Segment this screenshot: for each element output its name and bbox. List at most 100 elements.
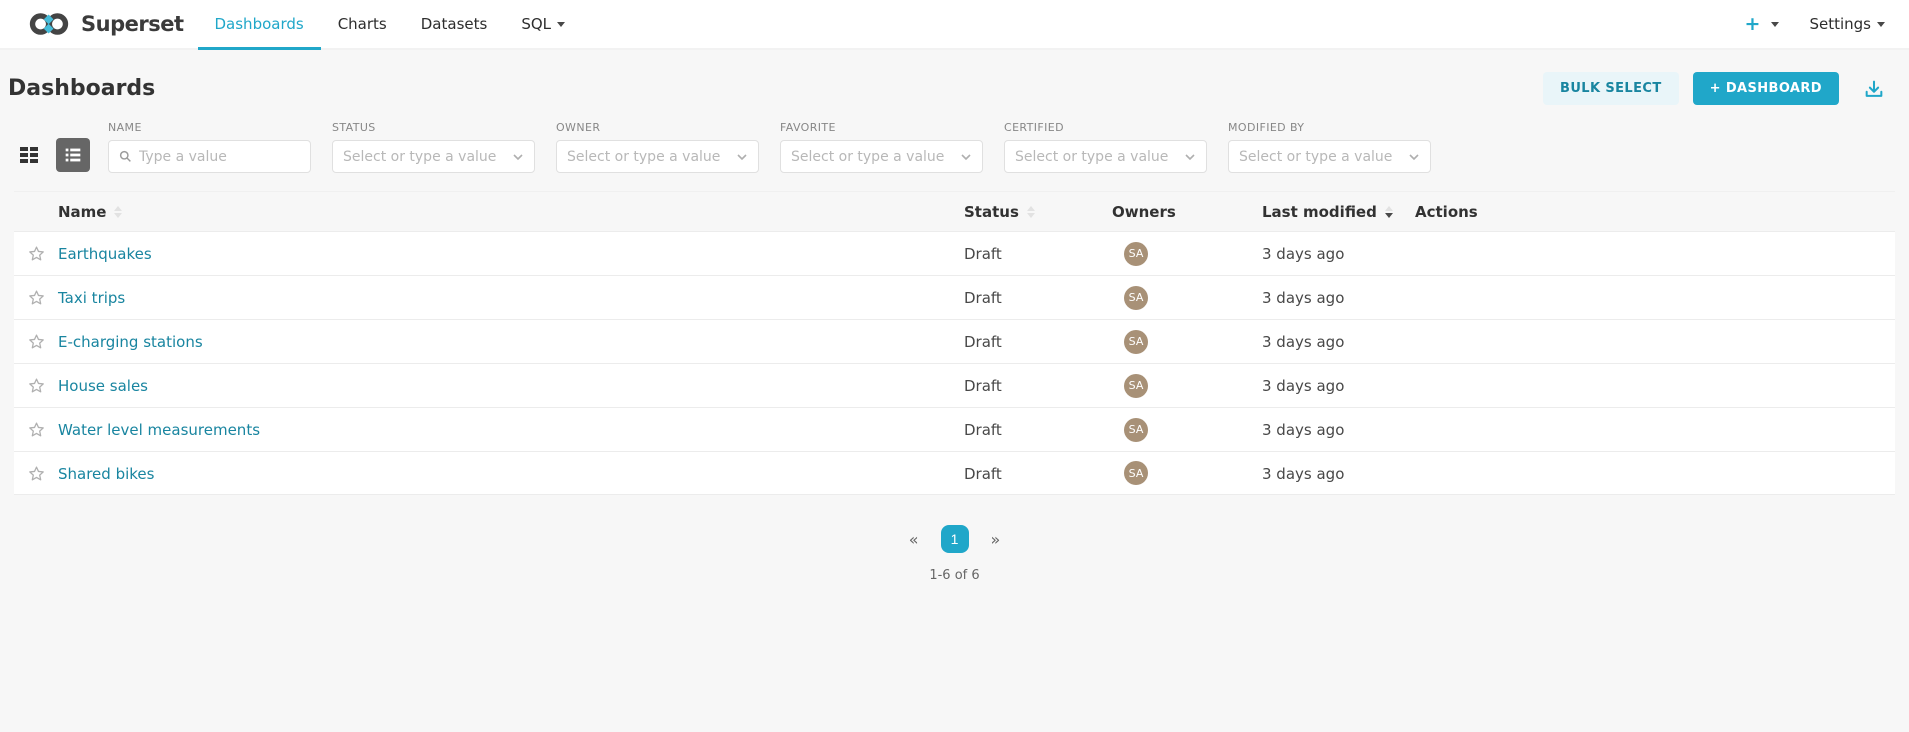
favorite-star-button[interactable] [14, 377, 58, 394]
filter-owner: OWNER Select or type a value [556, 121, 759, 173]
pagination-summary: 1-6 of 6 [0, 568, 1909, 583]
superset-infinity-icon [26, 10, 72, 38]
page-header: Dashboards BULK SELECT + DASHBOARD [0, 50, 1909, 119]
filter-name: NAME [108, 121, 311, 173]
grid-view-icon [17, 143, 41, 167]
nav-item-sql[interactable]: SQL [504, 0, 582, 48]
main-nav: Dashboards Charts Datasets SQL [198, 0, 583, 48]
column-label: Last modified [1262, 203, 1377, 221]
last-modified-column-header[interactable]: Last modified [1262, 203, 1415, 221]
status-value: Draft [964, 421, 1002, 439]
search-icon [119, 150, 132, 163]
settings-label: Settings [1809, 15, 1871, 33]
column-label: Name [58, 203, 106, 221]
filter-certified: CERTIFIED Select or type a value [1004, 121, 1207, 173]
status-filter-select[interactable]: Select or type a value [332, 140, 535, 173]
filter-favorite: FAVORITE Select or type a value [780, 121, 983, 173]
select-placeholder: Select or type a value [1239, 149, 1408, 165]
nav-item-datasets[interactable]: Datasets [404, 0, 505, 48]
sort-icon [1027, 206, 1035, 218]
favorite-star-button[interactable] [14, 465, 58, 482]
select-placeholder: Select or type a value [1015, 149, 1184, 165]
owner-avatar[interactable]: SA [1124, 330, 1148, 354]
owner-avatar[interactable]: SA [1124, 242, 1148, 266]
column-label: Owners [1112, 203, 1176, 221]
page-1-button[interactable]: 1 [941, 525, 969, 553]
header-actions: BULK SELECT + DASHBOARD [1543, 72, 1885, 105]
select-placeholder: Select or type a value [567, 149, 736, 165]
table-header-row: Name Status Owners Last modified Actions [14, 191, 1895, 231]
favorite-star-button[interactable] [14, 421, 58, 438]
table-row: House sales Draft SA 3 days ago [14, 363, 1895, 407]
brand-name: Superset [81, 12, 184, 36]
sort-icon [114, 206, 122, 218]
last-modified-value: 3 days ago [1262, 245, 1344, 263]
select-placeholder: Select or type a value [791, 149, 960, 165]
favorite-star-button[interactable] [14, 245, 58, 262]
dashboard-name-link[interactable]: House sales [58, 377, 148, 395]
modified-by-filter-select[interactable]: Select or type a value [1228, 140, 1431, 173]
certified-filter-select[interactable]: Select or type a value [1004, 140, 1207, 173]
table-row: Water level measurements Draft SA 3 days… [14, 407, 1895, 451]
name-filter-input[interactable] [139, 149, 300, 165]
plus-icon: + [1745, 13, 1761, 35]
bulk-select-button[interactable]: BULK SELECT [1543, 72, 1679, 105]
table-row: Taxi trips Draft SA 3 days ago [14, 275, 1895, 319]
filter-modified-by: MODIFIED BY Select or type a value [1228, 121, 1431, 173]
last-modified-value: 3 days ago [1262, 289, 1344, 307]
chevron-down-icon [1771, 22, 1779, 27]
last-modified-value: 3 days ago [1262, 333, 1344, 351]
star-icon [28, 421, 45, 438]
nav-item-charts[interactable]: Charts [321, 0, 404, 48]
download-icon [1863, 78, 1885, 100]
owner-avatar[interactable]: SA [1124, 286, 1148, 310]
status-value: Draft [964, 245, 1002, 263]
superset-logo[interactable]: Superset [26, 0, 184, 48]
filter-label: NAME [108, 121, 311, 134]
owners-column-header: Owners [1112, 203, 1262, 221]
previous-page-button[interactable]: « [909, 530, 919, 549]
dashboard-name-link[interactable]: Earthquakes [58, 245, 152, 263]
list-view-icon [62, 144, 84, 166]
name-column-header[interactable]: Name [58, 203, 964, 221]
filter-status: STATUS Select or type a value [332, 121, 535, 173]
owner-filter-select[interactable]: Select or type a value [556, 140, 759, 173]
table-body: Earthquakes Draft SA 3 days ago Taxi tri… [14, 231, 1895, 495]
settings-menu-button[interactable]: Settings [1809, 15, 1885, 33]
dashboard-name-link[interactable]: Taxi trips [58, 289, 125, 307]
nav-item-dashboards[interactable]: Dashboards [198, 0, 321, 48]
dashboard-name-link[interactable]: Shared bikes [58, 465, 154, 483]
new-item-menu-button[interactable]: + [1745, 13, 1780, 35]
list-view-button[interactable] [56, 138, 90, 172]
status-column-header[interactable]: Status [964, 203, 1112, 221]
favorite-star-button[interactable] [14, 333, 58, 350]
chevron-down-icon [512, 151, 524, 163]
select-placeholder: Select or type a value [343, 149, 512, 165]
favorite-filter-select[interactable]: Select or type a value [780, 140, 983, 173]
nav-item-label: Dashboards [215, 15, 304, 33]
owner-avatar[interactable]: SA [1124, 461, 1148, 485]
next-page-button[interactable]: » [991, 530, 1001, 549]
dashboard-name-link[interactable]: Water level measurements [58, 421, 260, 439]
owner-avatar[interactable]: SA [1124, 418, 1148, 442]
chevron-down-icon [1184, 151, 1196, 163]
new-dashboard-button[interactable]: + DASHBOARD [1693, 72, 1839, 105]
table-row: E-charging stations Draft SA 3 days ago [14, 319, 1895, 363]
import-dashboards-button[interactable] [1863, 78, 1885, 100]
favorite-star-button[interactable] [14, 289, 58, 306]
status-value: Draft [964, 333, 1002, 351]
filter-label: MODIFIED BY [1228, 121, 1431, 134]
chevron-down-icon [960, 151, 972, 163]
last-modified-value: 3 days ago [1262, 377, 1344, 395]
card-view-button[interactable] [12, 138, 46, 172]
last-modified-value: 3 days ago [1262, 421, 1344, 439]
navbar-right: + Settings [1745, 0, 1909, 48]
dashboard-name-link[interactable]: E-charging stations [58, 333, 203, 351]
sort-desc-icon [1385, 206, 1393, 218]
star-icon [28, 333, 45, 350]
page-title: Dashboards [8, 76, 155, 101]
filter-label: CERTIFIED [1004, 121, 1207, 134]
star-icon [28, 289, 45, 306]
owner-avatar[interactable]: SA [1124, 374, 1148, 398]
status-value: Draft [964, 465, 1002, 483]
